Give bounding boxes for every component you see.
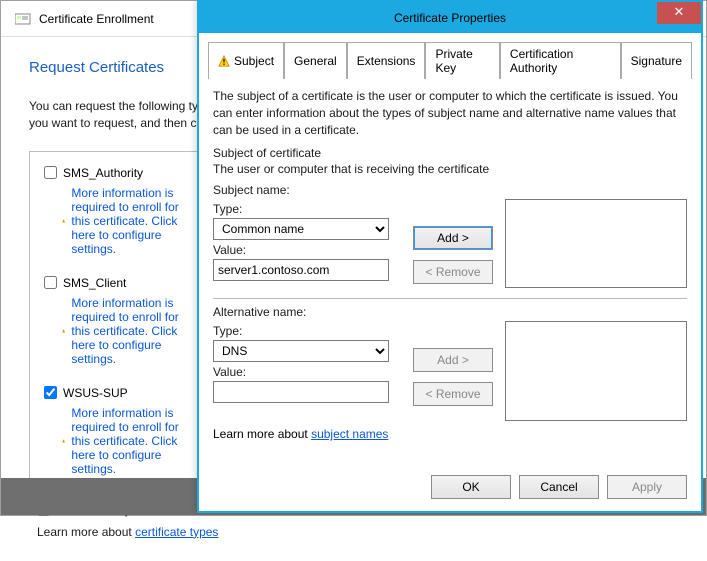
- alt-name-listbox[interactable]: [505, 321, 687, 421]
- tab-subject[interactable]: Subject: [208, 42, 284, 79]
- warning-icon: [62, 434, 65, 448]
- tab-ca[interactable]: Certification Authority: [500, 42, 621, 79]
- subject-add-button[interactable]: Add >: [413, 226, 493, 250]
- value-label: Value:: [213, 243, 391, 257]
- learn-prefix: Learn more about: [213, 427, 311, 441]
- template-item: SMS_Authority More information is requir…: [44, 166, 184, 256]
- template-label: SMS_Authority: [63, 166, 143, 180]
- template-wsus-sup[interactable]: WSUS-SUP: [44, 386, 184, 400]
- learn-more-certificate-types: Learn more about certificate types: [37, 525, 678, 539]
- tab-label: Subject: [234, 54, 274, 68]
- tab-private-key[interactable]: Private Key: [425, 42, 499, 79]
- tab-label: Private Key: [435, 47, 489, 75]
- value-label: Value:: [213, 365, 391, 379]
- template-sms-client[interactable]: SMS_Client: [44, 276, 184, 290]
- subject-names-link[interactable]: subject names: [311, 427, 388, 441]
- template-label: SMS_Client: [63, 276, 126, 290]
- subject-value-input[interactable]: [213, 259, 389, 281]
- tab-label: General: [294, 54, 337, 68]
- template-checkbox[interactable]: [44, 276, 57, 289]
- template-item: WSUS-SUP More information is required to…: [44, 386, 184, 476]
- subject-name-row: Type: Common nameCountryEmailLocalityOrg…: [213, 199, 687, 288]
- more-info-row[interactable]: More information is required to enroll f…: [62, 186, 184, 256]
- section-divider: [213, 298, 687, 299]
- alt-name-label: Alternative name:: [213, 305, 687, 319]
- warning-icon: [62, 214, 65, 228]
- template-sms-authority[interactable]: SMS_Authority: [44, 166, 184, 180]
- subject-name-listbox[interactable]: [505, 199, 687, 288]
- certificate-properties-dialog: Certificate Properties ✕ Subject General…: [197, 0, 703, 513]
- apply-button[interactable]: Apply: [607, 475, 687, 499]
- tab-label: Certification Authority: [510, 47, 611, 75]
- subject-remove-button[interactable]: < Remove: [413, 260, 493, 284]
- ok-button[interactable]: OK: [431, 475, 511, 499]
- dialog-titlebar[interactable]: Certificate Properties ✕: [199, 2, 701, 33]
- alt-name-row: Type: DNSIP address (v4)IP address (v6)U…: [213, 321, 687, 421]
- more-info-row[interactable]: More information is required to enroll f…: [62, 296, 184, 366]
- warning-icon: [218, 55, 230, 67]
- subject-hint: The user or computer that is receiving t…: [213, 162, 687, 176]
- subject-type-select[interactable]: Common nameCountryEmailLocalityOrganizat…: [213, 218, 389, 240]
- close-button[interactable]: ✕: [657, 2, 701, 24]
- cert-file-icon: [15, 13, 31, 25]
- template-label: WSUS-SUP: [63, 386, 128, 400]
- learn-more-prefix: Learn more about: [37, 525, 135, 539]
- template-checkbox[interactable]: [44, 386, 57, 399]
- subject-description: The subject of a certificate is the user…: [213, 88, 687, 138]
- tab-strip: Subject General Extensions Private Key C…: [208, 42, 692, 79]
- certificate-types-link[interactable]: certificate types: [135, 525, 218, 539]
- subject-name-label: Subject name:: [213, 183, 687, 197]
- tab-general[interactable]: General: [284, 42, 347, 79]
- subject-of-certificate-label: Subject of certificate: [213, 146, 687, 160]
- tab-extensions[interactable]: Extensions: [347, 42, 426, 79]
- alt-remove-button[interactable]: < Remove: [413, 382, 493, 406]
- more-info-link[interactable]: More information is required to enroll f…: [71, 186, 184, 256]
- tab-content-subject: The subject of a certificate is the user…: [199, 79, 701, 465]
- template-checkbox[interactable]: [44, 166, 57, 179]
- warning-icon: [62, 324, 65, 338]
- template-item: SMS_Client More information is required …: [44, 276, 184, 366]
- alt-value-input[interactable]: [213, 381, 389, 403]
- tab-label: Signature: [631, 54, 682, 68]
- cancel-button[interactable]: Cancel: [519, 475, 599, 499]
- alt-add-button[interactable]: Add >: [413, 348, 493, 372]
- back-window-title: Certificate Enrollment: [39, 12, 154, 26]
- learn-more-subject-names: Learn more about subject names: [213, 427, 687, 441]
- more-info-link[interactable]: More information is required to enroll f…: [71, 296, 184, 366]
- alt-type-select[interactable]: DNSIP address (v4)IP address (v6)URLEmai…: [213, 340, 389, 362]
- type-label: Type:: [213, 324, 391, 338]
- certificate-templates-list: SMS_Authority More information is requir…: [29, 151, 199, 493]
- tab-label: Extensions: [357, 54, 416, 68]
- tab-signature[interactable]: Signature: [621, 42, 692, 79]
- more-info-row[interactable]: More information is required to enroll f…: [62, 406, 184, 476]
- dialog-title: Certificate Properties: [394, 11, 506, 25]
- type-label: Type:: [213, 202, 391, 216]
- dialog-button-row: OK Cancel Apply: [199, 465, 701, 511]
- more-info-link[interactable]: More information is required to enroll f…: [71, 406, 184, 476]
